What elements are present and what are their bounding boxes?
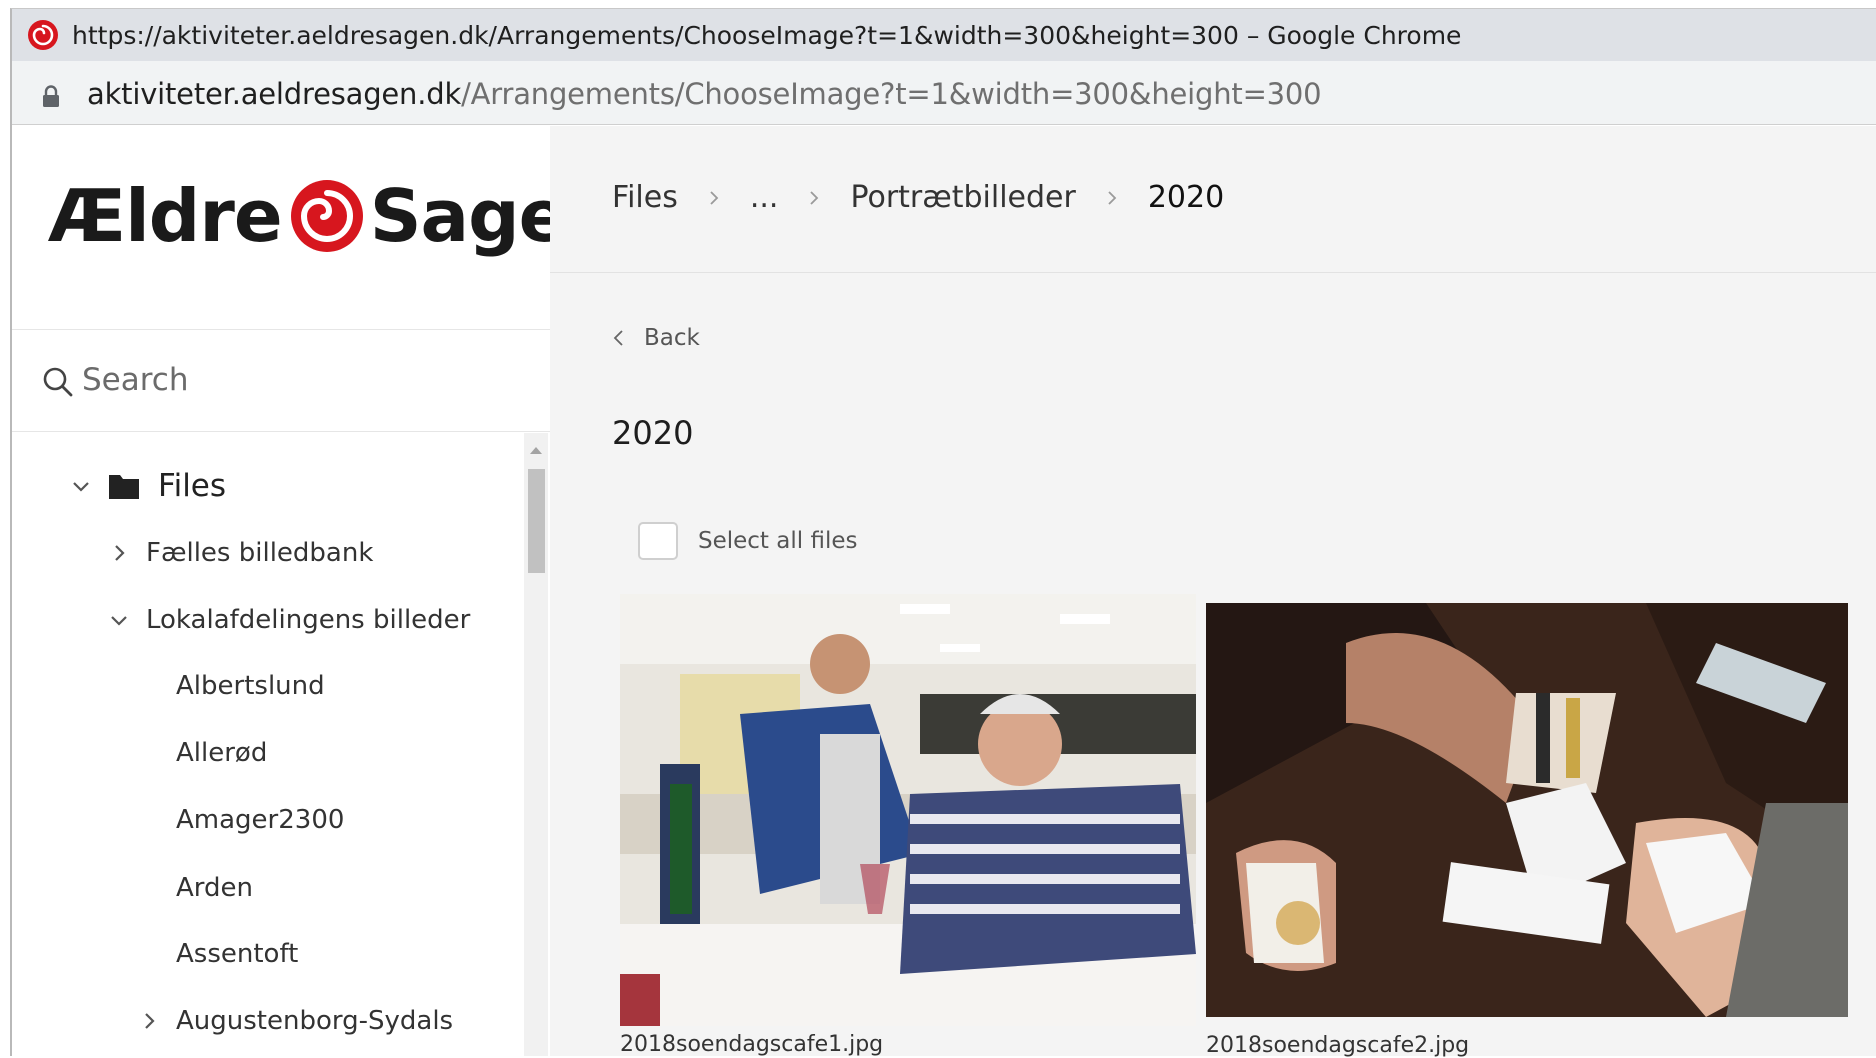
tree-root-label: Files [158,468,227,504]
aeldresagen-favicon-icon [28,20,58,50]
address-bar[interactable]: aktiviteter.aeldresagen.dk/Arrangements/… [12,61,1876,125]
tree-item-amager2300[interactable]: Amager2300 [176,805,344,835]
tree-item-albertslund[interactable]: Albertslund [176,671,325,701]
logo-area: Ældre Sagen [12,126,618,330]
file-thumbnail-image[interactable] [620,594,1196,1026]
aeldresagen-logo[interactable]: Ældre Sagen [48,174,618,258]
url-host: aktiviteter.aeldresagen.dk [87,77,462,111]
logo-swirl-icon [290,180,363,252]
tree-item-files-root[interactable]: Files [70,468,226,504]
tree-item-faelles-billedbank[interactable]: Fælles billedbank [108,538,373,568]
sidebar: Ældre Sagen Search Files Fælles billedba… [12,126,618,1056]
file-thumbnail-image[interactable] [1206,603,1848,1017]
chevron-right-icon [1108,190,1117,205]
scrollbar-thumb[interactable] [528,469,545,573]
back-link[interactable]: Back [612,325,700,351]
breadcrumb-current: 2020 [1147,180,1225,215]
chevron-left-icon [613,330,623,346]
tree-item-lokalafdelingens-billeder[interactable]: Lokalafdelingens billeder [108,605,470,635]
tree-item-label: Albertslund [176,671,325,701]
select-all-files[interactable]: Select all files [638,522,857,560]
chevron-right-icon [710,190,719,205]
chevron-down-icon[interactable] [108,609,130,631]
tree-item-label: Allerød [176,738,268,768]
tree-item-arden[interactable]: Arden [176,873,253,903]
breadcrumb-bar: Files ... Portrætbilleder 2020 [550,126,1876,273]
select-all-checkbox[interactable] [638,522,678,560]
tree-item-alleroed[interactable]: Allerød [176,738,267,768]
sidebar-scrollbar[interactable] [524,433,548,1056]
breadcrumb-ellipsis[interactable]: ... [750,180,779,215]
tree-item-label: Fælles billedbank [146,538,374,568]
tree-item-label: Arden [176,873,253,903]
select-all-label: Select all files [698,528,858,554]
logo-text-left: Ældre [48,174,283,258]
folder-icon [109,475,139,499]
lock-icon[interactable] [42,85,60,107]
chevron-down-icon[interactable] [70,475,92,497]
file-name: 2018soendagscafe1.jpg [620,1032,884,1057]
page-content: Ældre Sagen Search Files Fælles billedba… [12,126,1876,1058]
tree-item-label: Amager2300 [176,805,345,835]
tree-item-label: Lokalafdelingens billeder [146,605,471,635]
folder-title: 2020 [612,414,694,452]
chevron-right-icon[interactable] [108,542,130,564]
tree-item-augustenborg-sydals[interactable]: Augustenborg-Sydals [138,1006,453,1036]
browser-window: https://aktiviteter.aeldresagen.dk/Arran… [10,8,1876,1058]
search-icon [43,367,73,397]
window-title: https://aktiviteter.aeldresagen.dk/Arran… [72,21,1462,50]
file-card[interactable]: 2018soendagscafe2.jpg [1206,603,1848,1058]
search-box[interactable]: Search [12,330,550,432]
url-path: /Arrangements/ChooseImage?t=1&width=300&… [461,77,1322,111]
scroll-up-arrow-icon[interactable] [530,447,542,454]
search-input[interactable]: Search [82,362,189,398]
tree-item-assentoft[interactable]: Assentoft [176,939,298,969]
chevron-right-icon[interactable] [138,1010,160,1032]
breadcrumb: Files ... Portrætbilleder 2020 [612,180,1224,215]
back-label: Back [644,325,700,351]
breadcrumb-files[interactable]: Files [612,180,678,215]
url-text[interactable]: aktiviteter.aeldresagen.dk/Arrangements/… [87,77,1322,111]
tree-item-label: Augustenborg-Sydals [176,1006,454,1036]
tree-item-label: Assentoft [176,939,299,969]
file-name: 2018soendagscafe2.jpg [1206,1033,1470,1058]
folder-tree: Files Fælles billedbank Lokalafdelingens… [12,433,520,1056]
breadcrumb-portraetbilleder[interactable]: Portrætbilleder [850,180,1075,215]
chevron-right-icon [810,190,819,205]
main-panel: Files ... Portrætbilleder 2020 Back 2020… [550,126,1876,1058]
title-bar: https://aktiviteter.aeldresagen.dk/Arran… [12,9,1876,61]
file-card[interactable]: 2018soendagscafe1.jpg [620,594,1196,1057]
